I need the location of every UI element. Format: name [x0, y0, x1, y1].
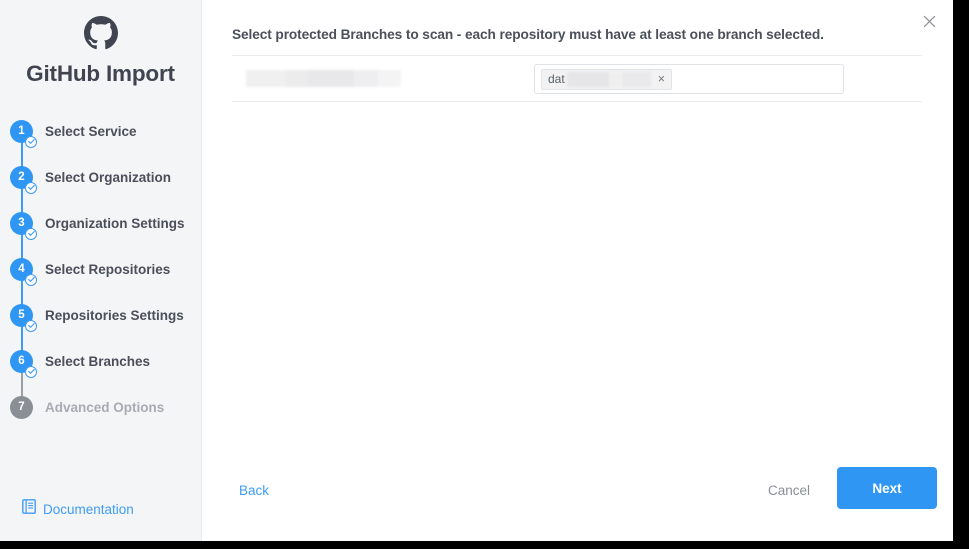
- stepper: 1 Select Service 2 Select Organization 3…: [0, 108, 202, 430]
- check-icon: [25, 319, 37, 332]
- step-marker: 1: [10, 119, 37, 148]
- branch-chip-remove-icon[interactable]: ×: [658, 73, 665, 86]
- step-marker: 2: [10, 165, 37, 194]
- step-marker: 7: [10, 395, 33, 419]
- github-octocat-icon: [0, 16, 201, 55]
- branch-multiselect[interactable]: dat ×: [534, 64, 844, 94]
- check-icon: [25, 227, 37, 240]
- sidebar-step-select-branches[interactable]: 6 Select Branches: [0, 338, 202, 408]
- step-label: Select Service: [45, 123, 137, 139]
- branch-chip[interactable]: dat ×: [541, 68, 672, 90]
- step-label: Repositories Settings: [45, 307, 184, 323]
- step-marker: 4: [10, 257, 37, 286]
- step-marker: 5: [10, 303, 37, 332]
- page-title: Select protected Branches to scan - each…: [232, 27, 824, 42]
- cancel-button[interactable]: Cancel: [768, 483, 810, 498]
- sidebar: GitHub Import 1 Select Service 2 Select …: [0, 0, 202, 541]
- step-marker: 3: [10, 211, 37, 240]
- main-panel: Select protected Branches to scan - each…: [203, 0, 953, 541]
- back-button[interactable]: Back: [239, 483, 269, 498]
- sidebar-step-select-repositories[interactable]: 4 Select Repositories: [0, 246, 202, 316]
- step-label: Select Branches: [45, 353, 151, 369]
- documentation-link[interactable]: Documentation: [22, 499, 134, 519]
- table-row: dat ×: [232, 56, 922, 101]
- step-number: 4: [18, 263, 25, 275]
- step-number: 7: [18, 401, 25, 413]
- step-number: 5: [18, 309, 25, 321]
- sidebar-step-repositories-settings[interactable]: 5 Repositories Settings: [0, 292, 202, 362]
- dialog-footer: Back Cancel Next: [203, 461, 953, 541]
- step-marker: 6: [10, 349, 37, 378]
- brand: GitHub Import: [0, 0, 201, 89]
- check-icon: [25, 365, 37, 378]
- branch-chip-redacted: [566, 71, 651, 87]
- brand-title: GitHub Import: [26, 61, 175, 86]
- branch-chip-label: dat: [548, 72, 565, 86]
- step-label: Select Repositories: [45, 261, 171, 277]
- github-import-dialog: GitHub Import 1 Select Service 2 Select …: [0, 0, 953, 541]
- check-icon: [25, 135, 37, 148]
- table-divider-bottom: [232, 101, 922, 102]
- sidebar-step-select-service[interactable]: 1 Select Service: [0, 108, 202, 178]
- sidebar-step-organization-settings[interactable]: 3 Organization Settings: [0, 200, 202, 270]
- step-number: 1: [18, 125, 25, 137]
- sidebar-step-select-organization[interactable]: 2 Select Organization: [0, 154, 202, 224]
- documentation-label: Documentation: [43, 501, 134, 517]
- step-number: 3: [18, 217, 25, 229]
- close-icon[interactable]: [918, 10, 940, 32]
- check-icon: [25, 273, 37, 286]
- step-label: Select Organization: [45, 169, 172, 185]
- step-label: Organization Settings: [45, 215, 185, 231]
- step-number: 6: [18, 355, 25, 367]
- book-icon: [22, 499, 36, 519]
- repository-name-redacted: [246, 70, 401, 87]
- step-label: Advanced Options: [45, 399, 165, 415]
- step-number: 2: [18, 171, 25, 183]
- next-button[interactable]: Next: [837, 467, 937, 509]
- branch-selection-table: dat ×: [232, 55, 922, 102]
- check-icon: [25, 181, 37, 194]
- sidebar-step-advanced-options[interactable]: 7 Advanced Options: [0, 384, 202, 430]
